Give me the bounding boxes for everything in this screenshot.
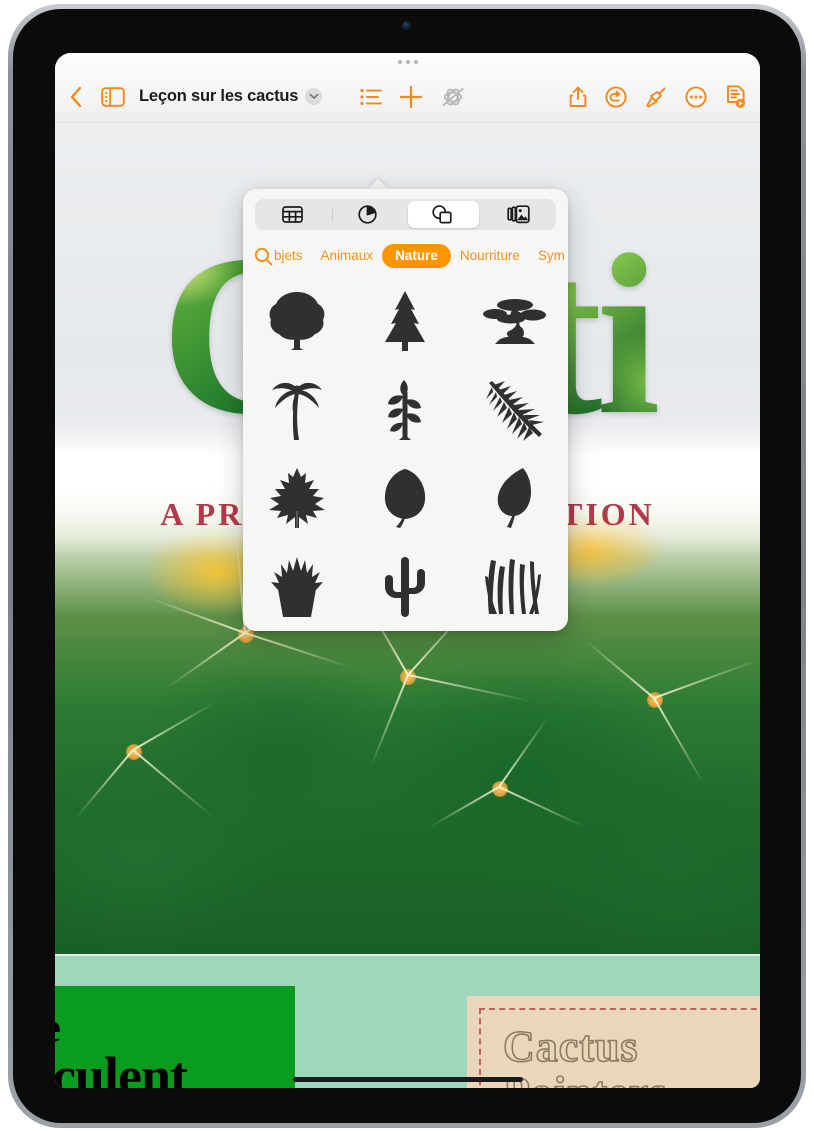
multitasking-dots-icon xyxy=(397,60,418,64)
back-button[interactable] xyxy=(59,77,93,117)
share-button[interactable] xyxy=(568,77,588,117)
paintbrush-button[interactable] xyxy=(644,77,668,117)
oval-leaf-icon xyxy=(385,469,426,529)
format-button[interactable] xyxy=(360,77,383,117)
sprig-icon xyxy=(388,379,422,440)
chevron-down-glyph xyxy=(309,93,319,99)
shape-sprig[interactable] xyxy=(351,366,459,455)
cactus-pointers-card: Cactus Pointers xyxy=(467,996,760,1088)
pointed-leaf-icon xyxy=(497,468,531,529)
play-button[interactable] xyxy=(724,77,748,117)
category-symboles[interactable]: Sym xyxy=(529,244,568,268)
shape-grid xyxy=(243,277,568,631)
animate-button[interactable] xyxy=(440,77,466,117)
shape-fern[interactable] xyxy=(460,366,568,455)
shape-oval-leaf[interactable] xyxy=(351,454,459,543)
more-button[interactable] xyxy=(684,77,708,117)
maple-leaf-icon xyxy=(269,468,326,529)
pie-chart-icon xyxy=(358,205,378,224)
tab-table[interactable] xyxy=(257,201,328,228)
category-nourriture[interactable]: Nourriture xyxy=(451,244,529,268)
animate-icon xyxy=(442,87,464,106)
fern-icon xyxy=(485,380,544,441)
navigator-toggle-button[interactable] xyxy=(93,77,133,117)
play-document-icon xyxy=(727,84,745,108)
front-camera-icon xyxy=(403,22,410,29)
slide-canvas[interactable]: Cacti A PRICKLY PRESENTATION e cculent C… xyxy=(55,124,760,1088)
bonsai-icon xyxy=(482,299,546,345)
insert-button[interactable] xyxy=(398,77,424,117)
category-animaux[interactable]: Animaux xyxy=(312,244,383,268)
app-toolbar: Leçon sur les cactus xyxy=(55,71,760,123)
sidebar-icon xyxy=(101,86,125,107)
undo-icon xyxy=(605,85,627,108)
shape-bonsai[interactable] xyxy=(460,277,568,366)
tab-chart[interactable] xyxy=(332,201,403,228)
shape-maple-leaf[interactable] xyxy=(243,454,351,543)
palm-tree-icon xyxy=(272,382,323,440)
shape-cactus[interactable] xyxy=(351,543,459,632)
bulleted-list-icon xyxy=(360,88,383,105)
succulent-line-2: cculent xyxy=(55,1046,188,1088)
shape-palm-tree[interactable] xyxy=(243,366,351,455)
shapes-icon xyxy=(432,205,452,224)
home-indicator xyxy=(292,1077,523,1082)
table-icon xyxy=(282,206,303,223)
next-slide-preview[interactable]: e cculent Cactus Pointers xyxy=(55,954,760,1088)
cactus-pointers-text: Cactus Pointers xyxy=(502,1022,667,1088)
media-icon xyxy=(507,205,530,224)
document-title: Leçon sur les cactus xyxy=(139,87,299,105)
shape-grass[interactable] xyxy=(460,543,568,632)
popover-segmented-control xyxy=(255,199,556,230)
ipad-device: Leçon sur les cactus A culent Cactus bje… xyxy=(0,0,814,1131)
segment-divider xyxy=(332,207,334,222)
undo-button[interactable] xyxy=(604,77,628,117)
shape-pointed-leaf[interactable] xyxy=(460,454,568,543)
plus-icon xyxy=(400,85,423,108)
share-icon xyxy=(569,86,587,107)
ellipsis-circle-icon xyxy=(685,85,707,108)
insert-shape-popover: bjets Animaux Nature Nourriture Sym xyxy=(243,189,568,631)
category-objets[interactable]: bjets xyxy=(265,244,312,268)
document-title-chevron-down-icon[interactable] xyxy=(305,88,323,105)
succulent-line-1: e xyxy=(55,1008,61,1048)
multitasking-handle[interactable] xyxy=(55,53,760,71)
tree-icon xyxy=(269,292,325,351)
shape-pine-tree[interactable] xyxy=(351,277,459,366)
pine-tree-icon xyxy=(385,291,426,352)
potted-agave-icon xyxy=(271,556,324,617)
category-nature[interactable]: Nature xyxy=(382,244,451,268)
paintbrush-icon xyxy=(646,86,666,107)
app-screen: Leçon sur les cactus A culent Cactus bje… xyxy=(55,53,760,1088)
shape-tree[interactable] xyxy=(243,277,351,366)
tab-shape[interactable] xyxy=(407,201,479,228)
grass-icon xyxy=(484,558,541,614)
chevron-left-icon xyxy=(70,86,81,107)
shape-category-row: bjets Animaux Nature Nourriture Sym xyxy=(243,239,568,273)
cactus-icon xyxy=(385,556,426,617)
tab-media[interactable] xyxy=(483,201,554,228)
shape-potted-agave[interactable] xyxy=(243,543,351,632)
